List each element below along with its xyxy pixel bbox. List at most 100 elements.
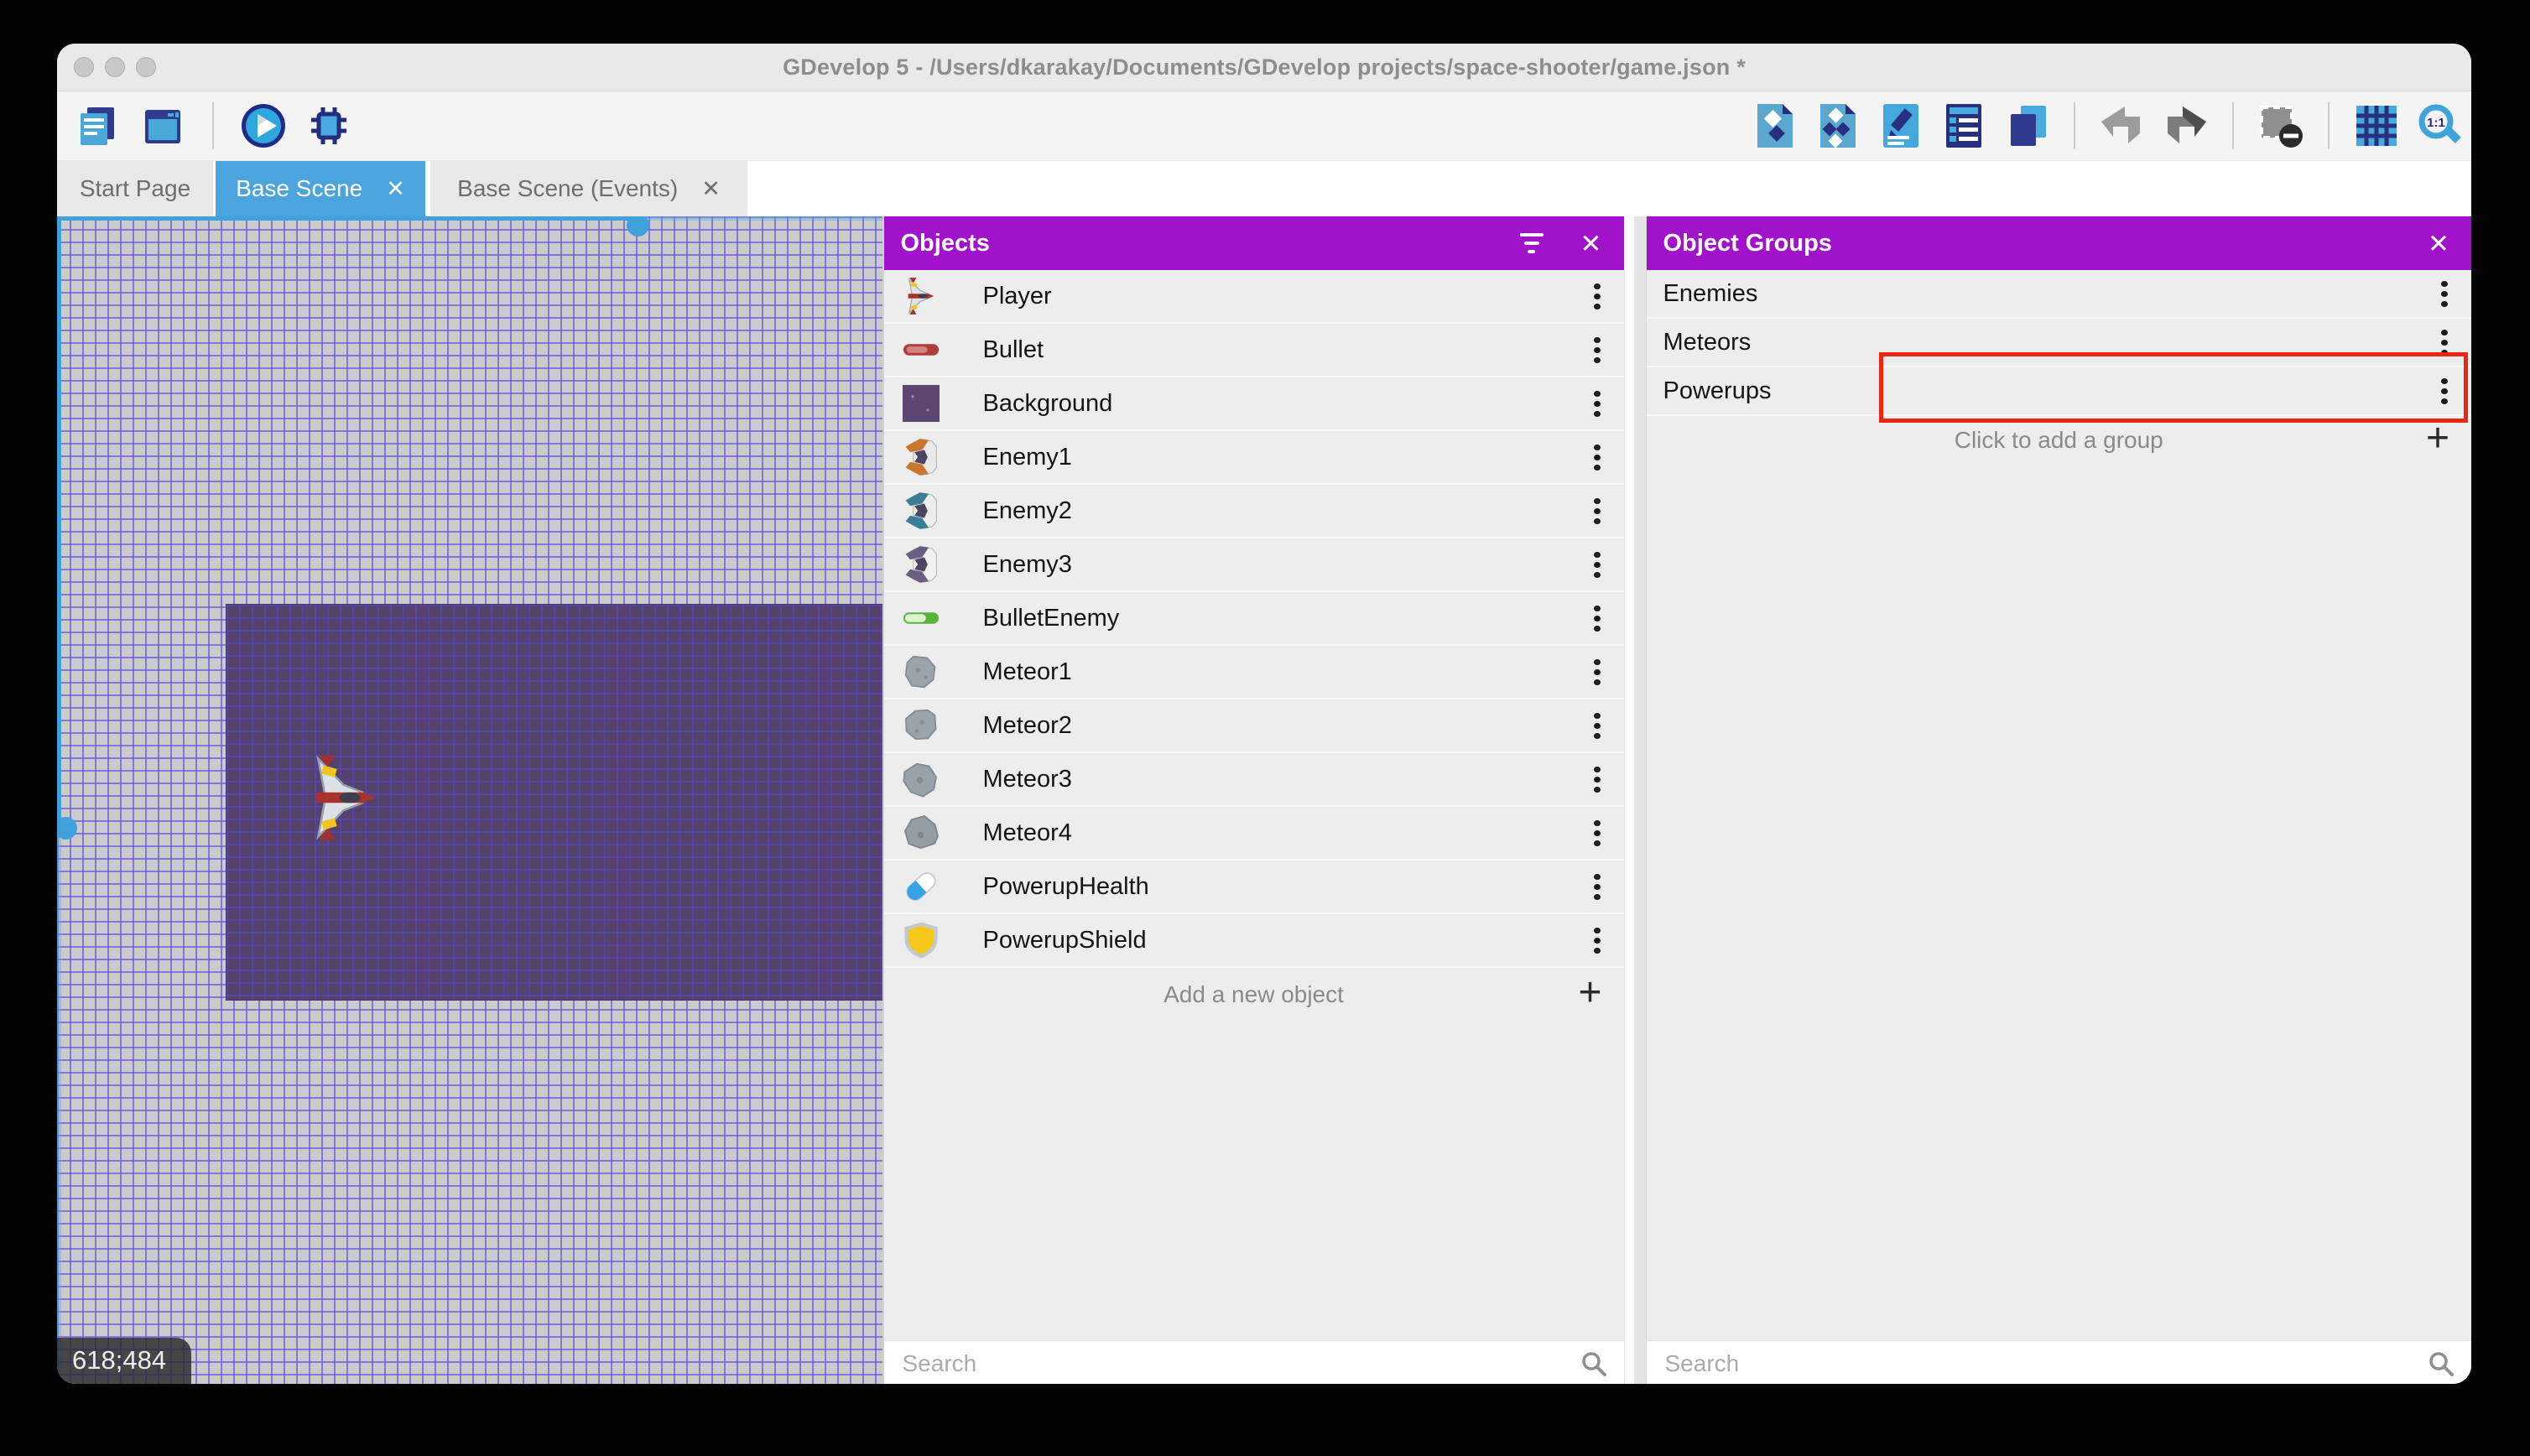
objects-panel: Objects ✕ Player Bullet Background Enemy… <box>882 216 1624 1384</box>
close-window-button[interactable] <box>74 57 94 77</box>
project-manager-icon <box>81 107 114 145</box>
scene-canvas[interactable]: 618;484 <box>57 216 882 1384</box>
objects-page-icon <box>1757 104 1793 148</box>
tab-base-scene[interactable]: Base Scene ✕ <box>216 161 425 216</box>
toggle-grid-button[interactable] <box>2353 102 2400 149</box>
kebab-menu-icon[interactable] <box>1592 654 1602 690</box>
object-row-enemy2[interactable]: Enemy2 <box>883 485 1624 538</box>
groups-search-input[interactable] <box>1663 1349 2428 1378</box>
kebab-menu-icon[interactable] <box>1592 601 1602 637</box>
open-instances-list-button[interactable] <box>1940 102 1987 149</box>
kebab-menu-icon[interactable] <box>2439 373 2449 409</box>
kebab-menu-icon[interactable] <box>1592 332 1602 368</box>
object-row-meteor4[interactable]: Meteor4 <box>883 805 1624 861</box>
kebab-menu-icon[interactable] <box>1592 439 1602 476</box>
tab-label: Base Scene (Events) <box>457 175 679 201</box>
objects-panel-title: Objects <box>900 229 990 257</box>
horizontal-scrollbar-thumb[interactable] <box>627 216 649 237</box>
object-row-powerupshield[interactable]: PowerupShield <box>883 914 1624 968</box>
plus-icon: + <box>1578 970 1602 1016</box>
object-groups-page-icon <box>1820 104 1856 148</box>
add-group-label: Click to add a group <box>1954 427 2163 453</box>
object-row-enemy3[interactable]: Enemy3 <box>883 538 1624 592</box>
objects-search-bar <box>883 1340 1624 1384</box>
redo-button[interactable] <box>2162 102 2209 149</box>
kebab-menu-icon[interactable] <box>1592 386 1602 422</box>
vertical-scrollbar[interactable] <box>57 216 77 1384</box>
instances-list-icon <box>1946 104 1981 148</box>
kebab-menu-icon[interactable] <box>1592 815 1602 851</box>
meteor-sprite-icon <box>893 751 950 808</box>
object-row-player[interactable]: Player <box>883 270 1624 324</box>
preview-play-button[interactable] <box>240 102 287 149</box>
play-icon <box>242 104 285 148</box>
zoom-1-1-icon: 1:1 <box>2418 104 2461 143</box>
object-row-bullet[interactable]: Bullet <box>883 324 1624 377</box>
kebab-menu-icon[interactable] <box>2439 325 2449 361</box>
objects-panel-close-icon[interactable]: ✕ <box>1580 231 1624 257</box>
object-groups-title: Object Groups <box>1663 229 1832 257</box>
kebab-menu-icon[interactable] <box>1592 278 1602 315</box>
undo-button[interactable] <box>2099 102 2146 149</box>
add-group-button[interactable]: Click to add a group + <box>1647 416 2472 465</box>
kebab-menu-icon[interactable] <box>1592 708 1602 744</box>
add-object-label: Add a new object <box>1163 981 1344 1007</box>
zoom-original-button[interactable]: 1:1 <box>2416 102 2463 149</box>
editor-content: 618;484 Objects ✕ Player Bullet Backgrou… <box>57 216 2471 1384</box>
tab-close-icon[interactable]: ✕ <box>701 177 721 200</box>
open-layers-panel-button[interactable] <box>2003 102 2050 149</box>
zoom-ratio-label: 1:1 <box>2427 116 2445 130</box>
debug-bug-icon <box>311 107 346 144</box>
groups-search-bar <box>1646 1340 2471 1384</box>
enemy3-sprite-icon <box>901 544 941 585</box>
object-row-meteor3[interactable]: Meteor3 <box>883 751 1624 808</box>
group-row-powerups[interactable]: Powerups <box>1646 367 2471 416</box>
titlebar: GDevelop 5 - /Users/dkarakay/Documents/G… <box>57 44 2471 91</box>
bullet-enemy-sprite-icon <box>901 598 941 638</box>
player-instance[interactable] <box>313 753 378 842</box>
kebab-menu-icon[interactable] <box>1592 762 1602 798</box>
minimize-window-button[interactable] <box>105 57 125 77</box>
vertical-scrollbar-thumb[interactable] <box>57 817 77 840</box>
horizontal-scrollbar[interactable] <box>57 216 882 237</box>
open-scene-window-button[interactable] <box>139 102 186 149</box>
gdevelop-window: GDevelop 5 - /Users/dkarakay/Documents/G… <box>57 44 2471 1384</box>
toggle-mask-button[interactable] <box>2257 102 2304 149</box>
grid-icon <box>2356 106 2397 146</box>
open-properties-panel-button[interactable] <box>1877 102 1924 149</box>
object-row-meteor1[interactable]: Meteor1 <box>883 646 1624 699</box>
open-objects-panel-button[interactable] <box>1752 102 1799 149</box>
add-object-button[interactable]: Add a new object + <box>884 968 1624 1022</box>
cursor-coordinates-badge: 618;484 <box>57 1338 192 1384</box>
kebab-menu-icon[interactable] <box>1592 493 1602 529</box>
kebab-menu-icon[interactable] <box>1592 923 1602 959</box>
objects-panel-scrollbar[interactable] <box>1623 216 1634 1384</box>
kebab-menu-icon[interactable] <box>1592 869 1602 905</box>
open-object-groups-panel-button[interactable] <box>1814 102 1861 149</box>
meteor-sprite-icon <box>893 805 949 861</box>
kebab-menu-icon[interactable] <box>2439 276 2449 312</box>
object-groups-close-icon[interactable]: ✕ <box>2428 231 2471 257</box>
object-row-bulletenemy[interactable]: BulletEnemy <box>883 592 1624 646</box>
panel-divider <box>1633 216 1646 1384</box>
background-sprite-icon <box>901 383 941 424</box>
group-row-meteors[interactable]: Meteors <box>1646 319 2471 367</box>
object-row-background[interactable]: Background <box>883 377 1624 431</box>
tab-start-page[interactable]: Start Page <box>57 161 213 216</box>
object-row-poweruphealth[interactable]: PowerupHealth <box>883 861 1624 914</box>
objects-search-input[interactable] <box>900 1349 1580 1378</box>
object-row-enemy1[interactable]: Enemy1 <box>883 431 1624 485</box>
debug-button[interactable] <box>305 102 352 149</box>
kebab-menu-icon[interactable] <box>1592 547 1602 583</box>
tab-base-scene-events[interactable]: Base Scene (Events) ✕ <box>430 161 747 216</box>
project-manager-button[interactable] <box>74 102 121 149</box>
tab-close-icon[interactable]: ✕ <box>386 177 405 200</box>
undo-arrow-icon <box>2101 107 2140 143</box>
group-row-enemies[interactable]: Enemies <box>1646 270 2471 319</box>
filter-icon[interactable] <box>1519 233 1544 253</box>
maximize-window-button[interactable] <box>136 57 156 77</box>
window-title: GDevelop 5 - /Users/dkarakay/Documents/G… <box>783 54 1746 80</box>
tab-bar: Start Page Base Scene ✕ Base Scene (Even… <box>57 161 2471 216</box>
object-row-meteor2[interactable]: Meteor2 <box>883 699 1624 753</box>
player-sprite-icon <box>901 276 941 316</box>
